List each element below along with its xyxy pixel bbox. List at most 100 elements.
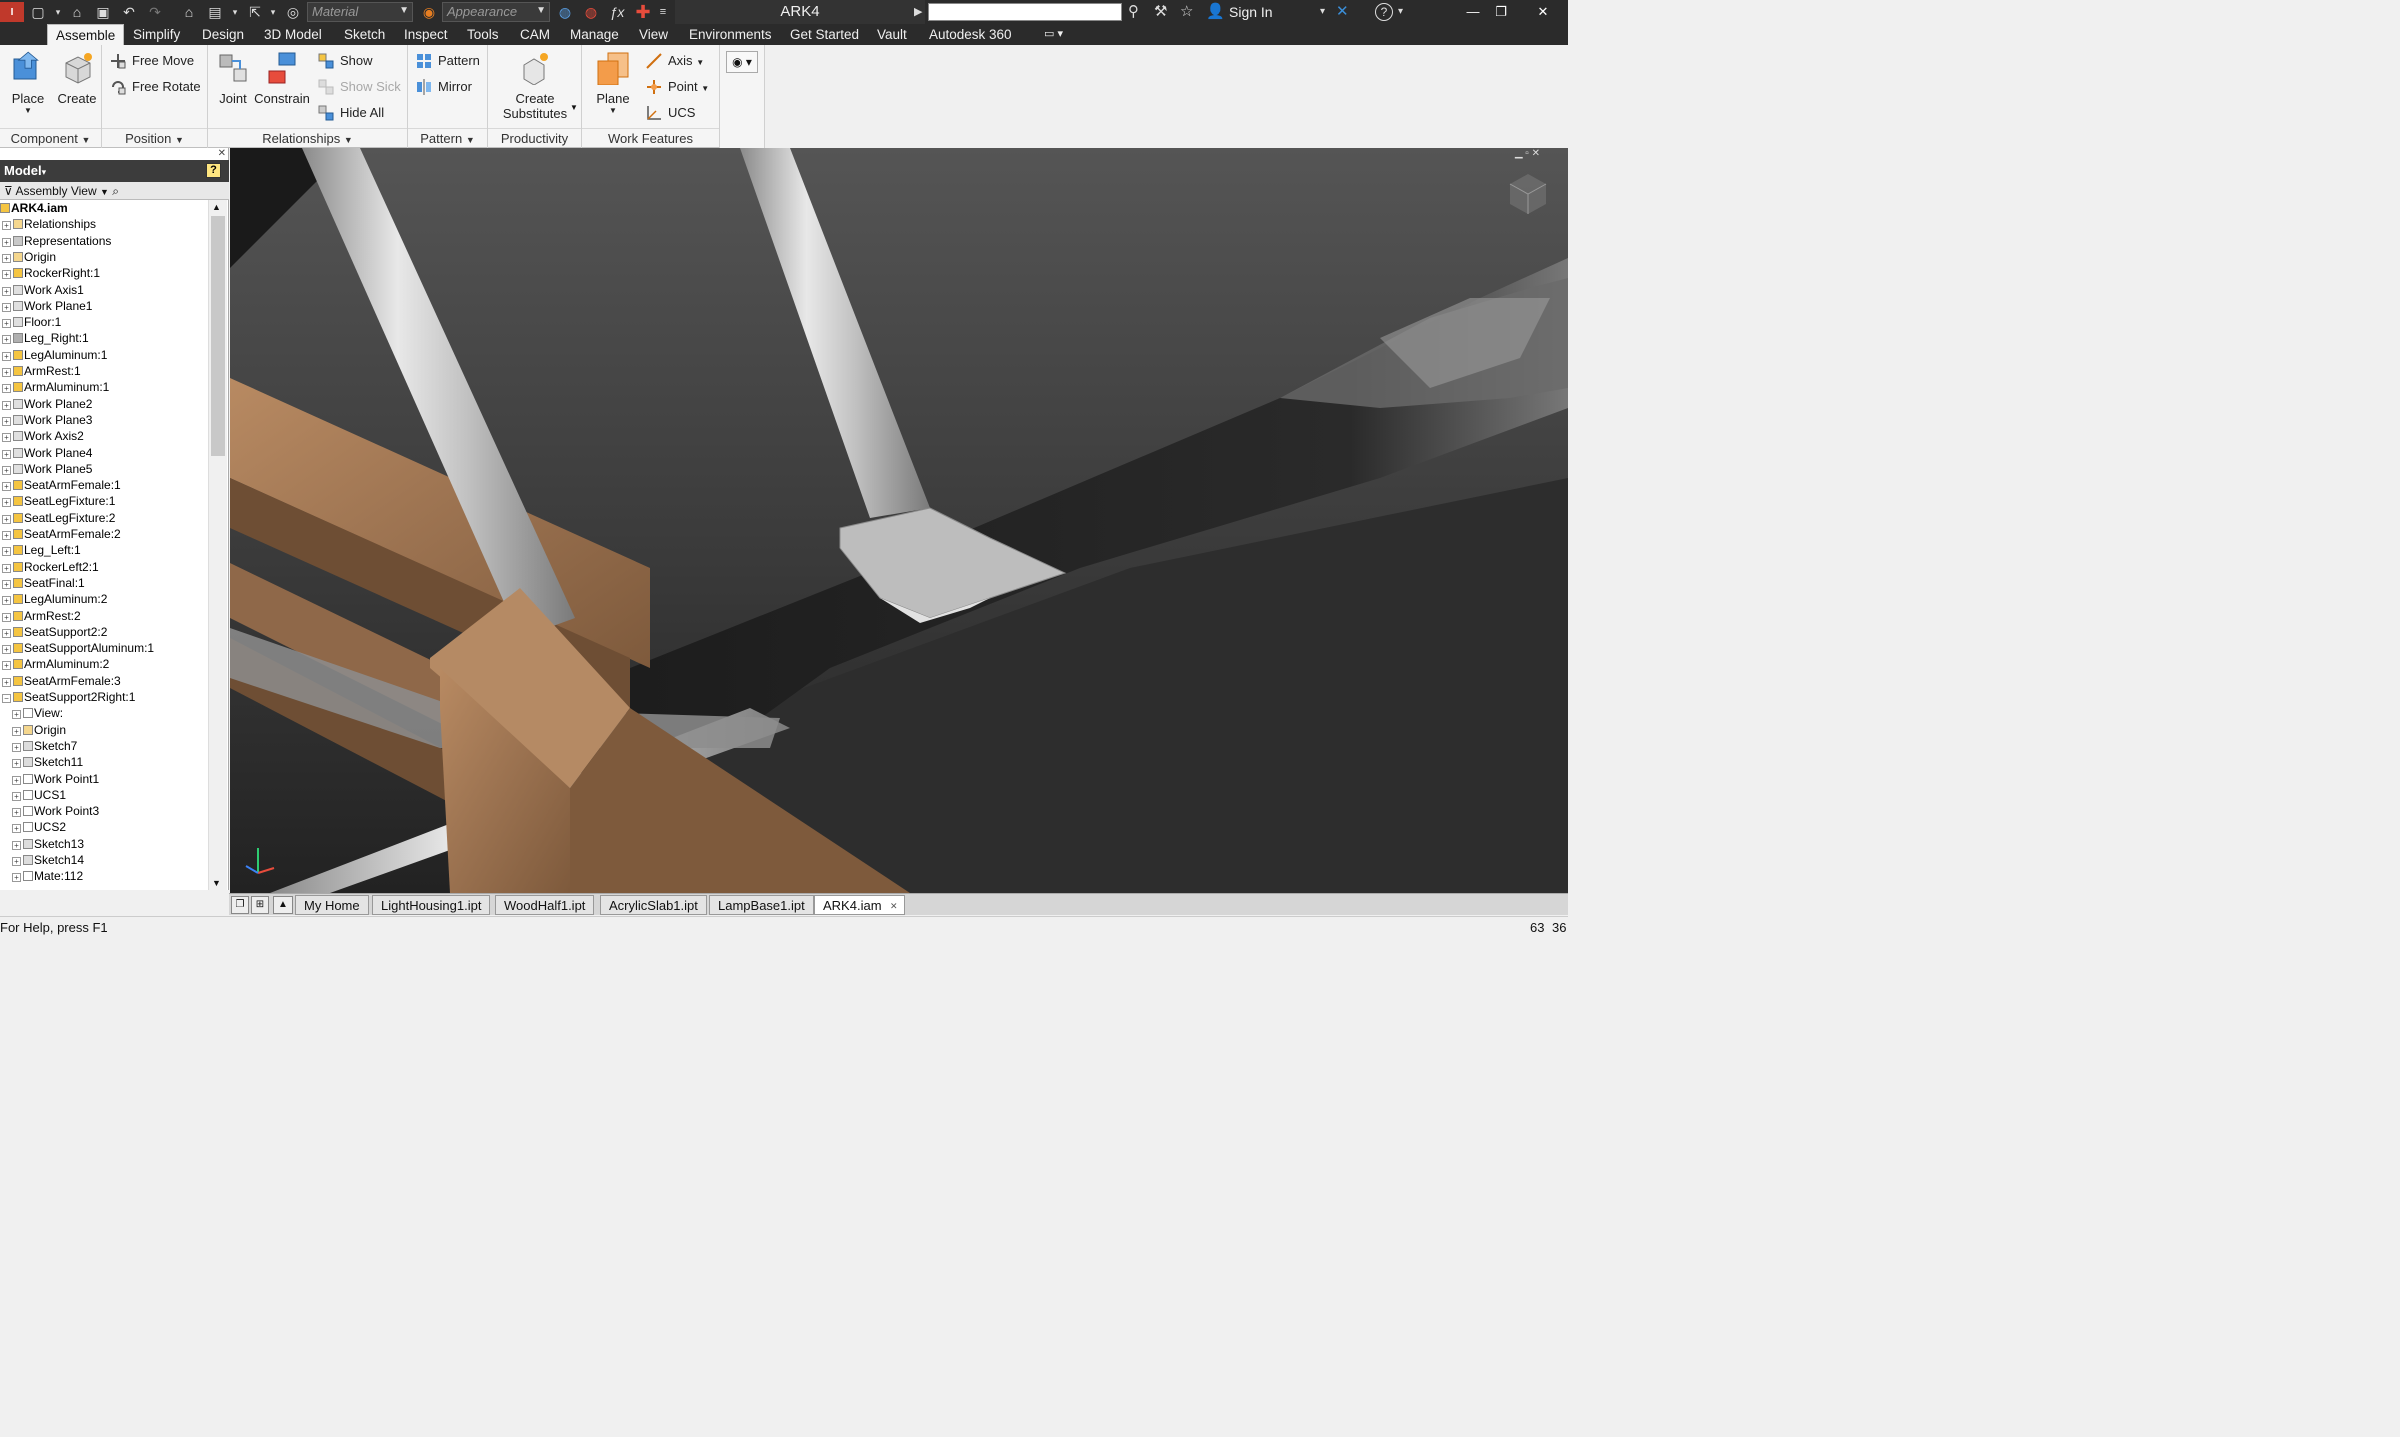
help-dropdown-icon[interactable]: ▾	[1398, 2, 1403, 22]
mirror-button[interactable]: Mirror	[416, 76, 472, 98]
expand-icon[interactable]: +	[2, 514, 11, 524]
material-icon[interactable]: ◎	[282, 2, 304, 22]
expand-icon[interactable]: +	[2, 628, 11, 638]
pattern-button[interactable]: Pattern	[416, 50, 480, 72]
browser-scrollbar[interactable]: ▲ ▼	[208, 200, 227, 890]
tree-node[interactable]: + Sketch7	[12, 738, 77, 754]
collapse-icon[interactable]: −	[2, 694, 11, 703]
doc-tab-lampbase1[interactable]: LampBase1.ipt	[709, 895, 814, 915]
tree-node[interactable]: + SeatArmFemale:1	[2, 477, 121, 493]
tree-node[interactable]: + Sketch14	[12, 852, 84, 868]
expand-icon[interactable]: +	[2, 433, 11, 443]
sign-in-button[interactable]: Sign In	[1229, 2, 1273, 22]
expand-icon[interactable]: +	[2, 645, 11, 655]
tree-node[interactable]: + LegAluminum:1	[2, 347, 107, 363]
create-button[interactable]: Create	[52, 49, 102, 106]
expand-icon[interactable]: +	[2, 221, 11, 231]
tab-3d-model[interactable]: 3D Model	[256, 24, 330, 45]
subscription-icon[interactable]: ⚒	[1154, 2, 1167, 22]
expand-icon[interactable]: +	[2, 612, 11, 622]
tree-node[interactable]: + ArmRest:2	[2, 608, 81, 624]
viewcube-icon[interactable]	[1508, 172, 1548, 216]
tree-node[interactable]: + SeatArmFemale:3	[2, 673, 121, 689]
new-dropdown-icon[interactable]: ▾	[52, 2, 64, 22]
tree-node[interactable]: + ArmAluminum:2	[2, 656, 109, 672]
tree-node[interactable]: + ArmAluminum:1	[2, 379, 109, 395]
expand-icon[interactable]: +	[12, 824, 21, 834]
doc-tab-lighthousing1[interactable]: LightHousing1.ipt	[372, 895, 491, 915]
tree-node[interactable]: − SeatSupport2Right:1	[2, 689, 135, 705]
tab-design[interactable]: Design	[194, 24, 252, 45]
free-rotate-button[interactable]: Free Rotate	[110, 76, 201, 98]
tree-node[interactable]: + Mate:112	[12, 868, 83, 884]
tree-node[interactable]: + Sketch11	[12, 754, 83, 770]
tab-environments[interactable]: Environments	[681, 24, 780, 45]
tree-node[interactable]: + SeatFinal:1	[2, 575, 85, 591]
customize-toolbar-icon[interactable]: ≡	[656, 2, 670, 22]
find-icon[interactable]: ⌕	[112, 184, 119, 198]
tree-node[interactable]: + LegAluminum:2	[2, 591, 107, 607]
panel-title-pattern[interactable]: Pattern ▼	[408, 128, 487, 148]
expand-icon[interactable]: +	[12, 791, 21, 801]
tree-node[interactable]: + Floor:1	[2, 314, 61, 330]
expand-icon[interactable]: +	[2, 384, 11, 394]
tree-node[interactable]: + Representations	[2, 233, 111, 249]
joint-button[interactable]: Joint	[208, 49, 258, 106]
expand-icon[interactable]: +	[2, 596, 11, 606]
expand-icon[interactable]: +	[2, 302, 11, 312]
tree-node[interactable]: + Leg_Left:1	[2, 542, 81, 558]
axis-button[interactable]: Axis ▼	[646, 50, 704, 72]
ribbon-minimize-icon[interactable]: ▭ ▾	[1036, 24, 1071, 45]
expand-icon[interactable]: +	[2, 661, 11, 671]
chevron-down-icon[interactable]: ▼	[100, 187, 109, 197]
navigation-dropdown-button[interactable]: ◉ ▾	[726, 51, 758, 73]
assembly-view-dropdown[interactable]: Assembly View	[15, 184, 96, 198]
expand-icon[interactable]: +	[2, 335, 11, 345]
filter-icon[interactable]: ⊽	[4, 184, 13, 198]
update-icon[interactable]: ▤	[204, 2, 226, 22]
ucs-button[interactable]: UCS	[646, 102, 695, 124]
tree-node[interactable]: + SeatLegFixture:1	[2, 493, 115, 509]
expand-icon[interactable]: +	[12, 759, 21, 769]
material-combo[interactable]: Material ▼	[307, 2, 413, 22]
tab-vault[interactable]: Vault	[869, 24, 915, 45]
appearance-combo[interactable]: Appearance ▼	[442, 2, 550, 22]
browser-close-icon[interactable]: ✕	[218, 148, 226, 159]
tree-node[interactable]: + SeatLegFixture:2	[2, 510, 115, 526]
show-sick-button[interactable]: Show Sick	[318, 76, 401, 98]
expand-icon[interactable]: +	[2, 531, 11, 540]
update-dropdown-icon[interactable]: ▾	[230, 2, 240, 22]
expand-icon[interactable]: +	[12, 775, 21, 785]
expand-icon[interactable]: +	[2, 400, 11, 410]
expand-icon[interactable]: +	[2, 547, 11, 557]
graphics-viewport[interactable]: ▁ ▫ ✕	[230, 148, 1568, 893]
undo-icon[interactable]: ↶	[118, 2, 140, 22]
chevron-down-icon[interactable]: ▾	[42, 167, 47, 177]
new-file-icon[interactable]: ▢	[28, 2, 48, 22]
open-file-icon[interactable]: ⌂	[66, 2, 88, 22]
close-tab-icon[interactable]: ✕	[890, 896, 898, 916]
tab-autodesk-360[interactable]: Autodesk 360	[921, 24, 1020, 45]
parameters-icon[interactable]: ƒx	[606, 2, 628, 22]
expand-icon[interactable]: +	[2, 677, 11, 687]
appearance-icon[interactable]: ◉	[418, 2, 440, 22]
plane-button[interactable]: Plane ▼	[588, 49, 638, 115]
doc-tab-ark4[interactable]: ARK4.iam ✕	[814, 895, 905, 915]
expand-icon[interactable]: +	[2, 286, 11, 296]
tab-simplify[interactable]: Simplify	[125, 24, 188, 45]
redo-icon[interactable]: ↷	[144, 2, 166, 22]
tab-get-started[interactable]: Get Started	[782, 24, 867, 45]
minimize-icon[interactable]: —	[1458, 0, 1488, 24]
tab-manage[interactable]: Manage	[562, 24, 627, 45]
scroll-up-icon[interactable]: ▲	[212, 202, 221, 212]
tree-node[interactable]: + Work Point3	[12, 803, 99, 819]
tree-node[interactable]: + Work Plane1	[2, 298, 92, 314]
tree-node[interactable]: ARK4.iam	[0, 200, 68, 216]
doc-tab-woodhalf1[interactable]: WoodHalf1.ipt	[495, 895, 595, 915]
search-expand-icon[interactable]: ▶	[914, 2, 922, 22]
expand-icon[interactable]: +	[2, 351, 11, 361]
tree-node[interactable]: + ArmRest:1	[2, 363, 81, 379]
doc-tab-acrylicslab1[interactable]: AcrylicSlab1.ipt	[600, 895, 707, 915]
expand-icon[interactable]: +	[2, 270, 11, 280]
tree-node[interactable]: + RockerRight:1	[2, 265, 100, 281]
